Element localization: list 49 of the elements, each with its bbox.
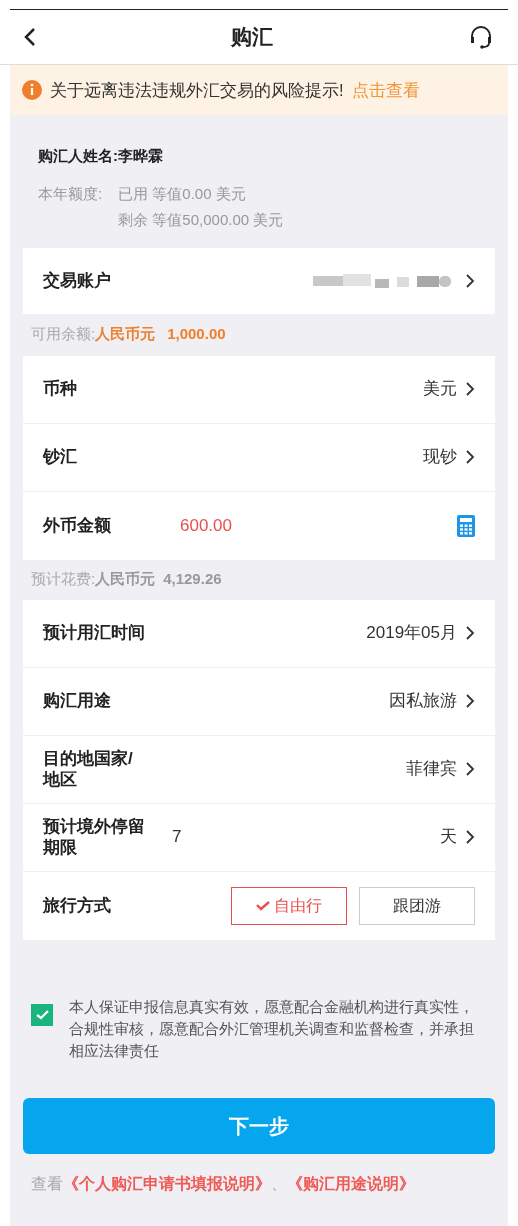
info-icon bbox=[22, 80, 42, 100]
agreement-checkbox[interactable] bbox=[31, 1003, 53, 1026]
quota-label: 本年额度: bbox=[38, 183, 103, 204]
row-label: 预计境外停留期限 bbox=[43, 815, 146, 859]
cost-amount: 4,129.26 bbox=[163, 569, 222, 590]
select-value[interactable]: 2019年05月 bbox=[366, 620, 475, 646]
chevron-right-icon bbox=[465, 761, 475, 777]
row-label: 目的地国家/地区 bbox=[43, 747, 134, 791]
link-separator: 、 bbox=[271, 1173, 287, 1194]
chevron-right-icon bbox=[465, 693, 475, 709]
row-label: 外币金额 bbox=[43, 514, 112, 537]
chevron-right-icon bbox=[465, 272, 475, 289]
select-value[interactable]: 因私旅游 bbox=[389, 688, 475, 714]
balance-label: 可用余额: bbox=[31, 324, 96, 345]
option-button[interactable]: 跟团游 bbox=[359, 886, 475, 925]
amount-field[interactable]: 600.00 bbox=[180, 512, 232, 539]
cost-label: 预计花费: bbox=[31, 569, 96, 590]
row-label: 币种 bbox=[43, 378, 78, 400]
row-label: 交易账户 bbox=[43, 269, 111, 292]
row-label: 钞汇 bbox=[43, 446, 78, 468]
select-value[interactable]: 美元 bbox=[423, 376, 475, 402]
row-label: 购汇用途 bbox=[43, 690, 112, 712]
check-icon bbox=[256, 900, 270, 911]
chevron-right-icon bbox=[465, 381, 475, 397]
chevron-right-icon bbox=[465, 829, 475, 845]
cost-currency: 人民币元 bbox=[95, 569, 156, 590]
row-label: 旅行方式 bbox=[43, 894, 112, 917]
calculator-icon[interactable] bbox=[457, 514, 475, 537]
back-icon[interactable] bbox=[24, 27, 36, 47]
headset-icon[interactable] bbox=[468, 24, 494, 50]
option-button[interactable]: 自由行 bbox=[231, 886, 347, 925]
quota-line: 已用 等值0.00 美元 bbox=[118, 183, 247, 204]
unit-select[interactable]: 天 bbox=[440, 824, 475, 850]
balance-currency: 人民币元 bbox=[95, 324, 156, 345]
agreement-text: 本人保证申报信息真实有效，愿意配合金融机构进行真实性，合规性审核，愿意配合外汇管理机关调查和监督检查，并承担相应法律责任 bbox=[69, 996, 475, 1061]
buyer-name: 李晔霖 bbox=[118, 146, 163, 166]
row-label: 预计用汇时间 bbox=[43, 622, 146, 644]
select-value[interactable]: 现钞 bbox=[423, 444, 475, 470]
chevron-right-icon bbox=[465, 449, 475, 465]
footer-prefix: 查看 bbox=[31, 1173, 63, 1194]
chevron-right-icon bbox=[465, 625, 475, 641]
balance-amount: 1,000.00 bbox=[167, 324, 226, 345]
quota-line: 剩余 等值50,000.00 美元 bbox=[118, 210, 284, 230]
check-icon bbox=[35, 1009, 49, 1020]
duration-field[interactable]: 7 bbox=[172, 824, 182, 850]
buyer-label: 购汇人姓名: bbox=[38, 146, 118, 166]
select-value[interactable]: 菲律宾 bbox=[406, 756, 475, 782]
page-title: 购汇 bbox=[230, 24, 274, 51]
notice-text: 关于远离违法违规外汇交易的风险提示! bbox=[50, 79, 344, 101]
